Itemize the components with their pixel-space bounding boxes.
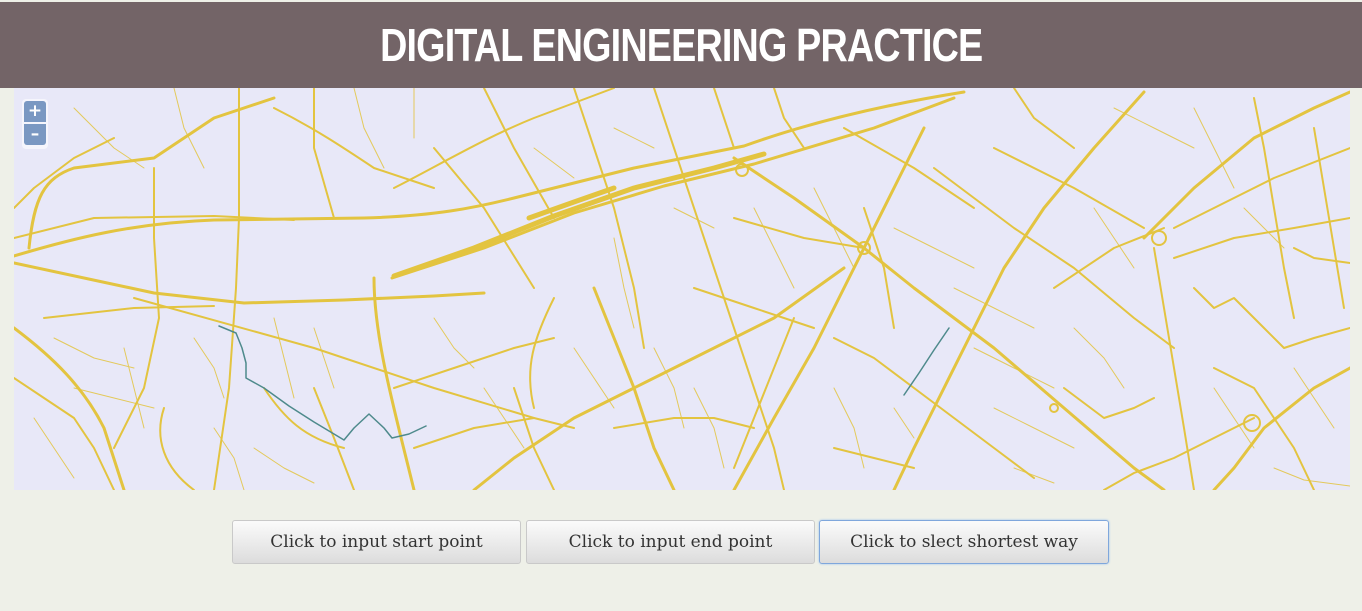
shortest-way-button[interactable]: Click to slect shortest way xyxy=(819,520,1109,564)
zoom-in-button[interactable]: + xyxy=(24,101,46,122)
page-title: DIGITAL ENGINEERING PRACTICE xyxy=(379,19,983,71)
page: DIGITAL ENGINEERING PRACTICE + – Click t… xyxy=(0,0,1362,611)
map-view[interactable]: + – xyxy=(14,88,1350,490)
zoom-control: + – xyxy=(22,99,48,149)
route-controls: Click to input start point Click to inpu… xyxy=(232,520,1110,566)
zoom-out-button[interactable]: – xyxy=(24,124,46,145)
input-start-point-button[interactable]: Click to input start point xyxy=(232,520,521,564)
header-bar: DIGITAL ENGINEERING PRACTICE xyxy=(0,2,1362,88)
road-network xyxy=(14,88,1350,490)
input-end-point-button[interactable]: Click to input end point xyxy=(526,520,815,564)
